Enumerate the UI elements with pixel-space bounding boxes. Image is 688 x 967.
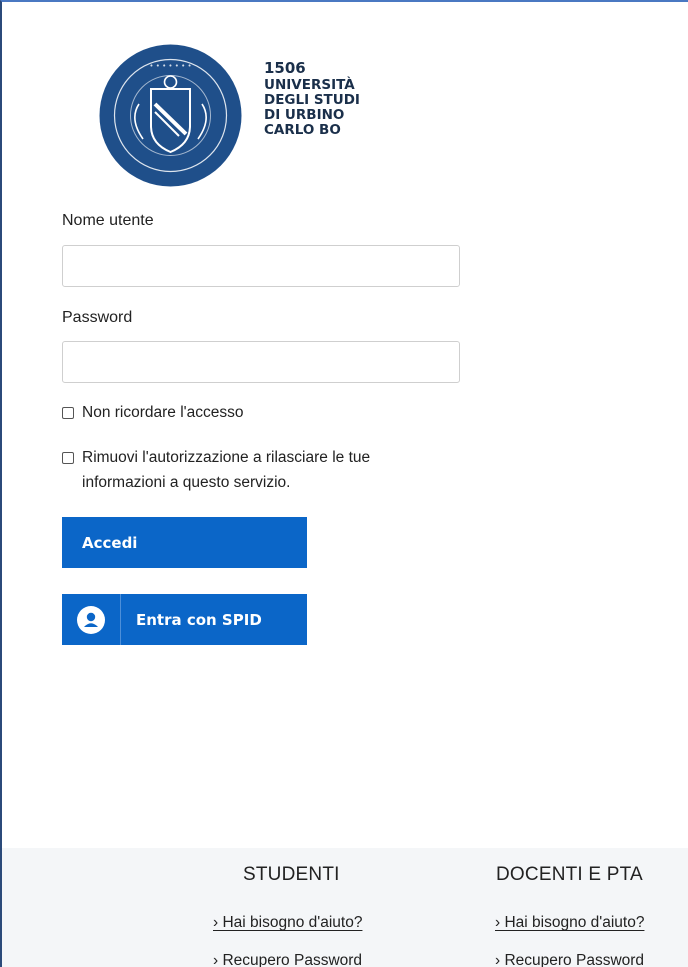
university-seal-icon: • • • • • • •: [99, 44, 242, 187]
username-label: Nome utente: [62, 212, 154, 229]
user-circle-icon: [77, 605, 105, 634]
students-heading: STUDENTI: [243, 864, 340, 885]
university-logo-text: 1506 UNIVERSITÀ DEGLI STUDI DI URBINO CA…: [264, 61, 360, 138]
spid-login-button[interactable]: Entra con SPID: [62, 594, 307, 645]
revoke-consent-row[interactable]: Rimuovi l'autorizzazione a rilasciare le…: [62, 445, 452, 495]
spid-button-label: Entra con SPID: [136, 610, 262, 629]
username-input[interactable]: [62, 245, 460, 287]
staff-heading: DOCENTI E PTA: [496, 864, 643, 885]
svg-text:• • • • • • •: • • • • • • •: [149, 62, 191, 70]
dont-remember-label: Non ricordare l'accesso: [82, 404, 244, 421]
dont-remember-checkbox[interactable]: [62, 407, 74, 419]
students-help-link[interactable]: › Hai bisogno d'aiuto?: [213, 914, 362, 932]
logo-line-1: UNIVERSITÀ: [264, 77, 355, 93]
logo-line-4: CARLO BO: [264, 122, 341, 138]
login-button[interactable]: Accedi: [62, 517, 307, 568]
revoke-consent-label: Rimuovi l'autorizzazione a rilasciare le…: [82, 449, 371, 491]
revoke-consent-checkbox[interactable]: [62, 452, 74, 464]
logo-year: 1506: [264, 59, 306, 77]
dont-remember-row[interactable]: Non ricordare l'accesso: [62, 400, 452, 425]
staff-password-recovery-link[interactable]: › Recupero Password: [495, 952, 644, 967]
login-page: • • • • • • • 1506 UNIVERSITÀ DEGLI STUD…: [0, 0, 688, 967]
password-input[interactable]: [62, 341, 460, 383]
staff-help-link[interactable]: › Hai bisogno d'aiuto?: [495, 914, 644, 932]
students-password-recovery-link[interactable]: › Recupero Password: [213, 952, 362, 967]
help-footer: STUDENTI › Hai bisogno d'aiuto? › Recupe…: [2, 848, 688, 967]
logo-line-3: DI URBINO: [264, 107, 345, 123]
login-button-label: Accedi: [82, 533, 138, 552]
logo-line-2: DEGLI STUDI: [264, 92, 360, 108]
spid-icon-container: [62, 594, 121, 645]
password-label: Password: [62, 309, 133, 326]
